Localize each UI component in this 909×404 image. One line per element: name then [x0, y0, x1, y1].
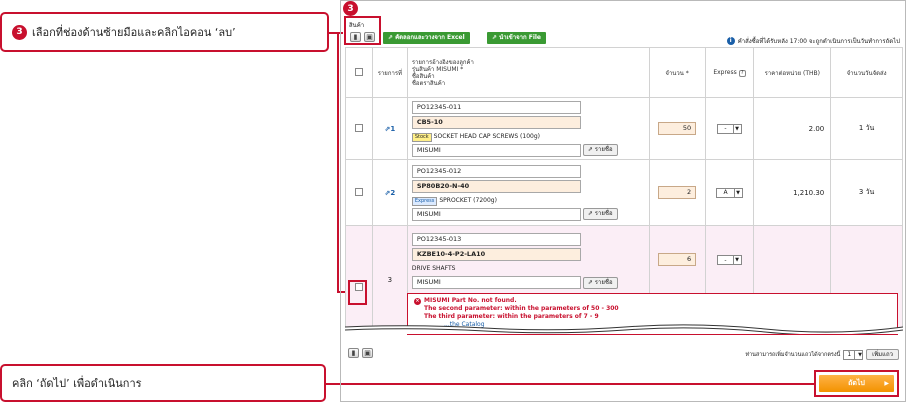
move-icon[interactable]: ▣: [362, 348, 373, 358]
unit-price: 1,210.30: [753, 159, 832, 226]
trash-icon[interactable]: ▮: [350, 32, 361, 42]
col-qty: จำนวน *: [648, 47, 706, 98]
error-icon: ×: [414, 298, 421, 305]
express-select[interactable]: A ▼: [716, 187, 743, 198]
brand-input[interactable]: MISUMI: [411, 276, 581, 289]
express-select[interactable]: - ▼: [717, 123, 742, 134]
error-line: The second parameter: within the paramet…: [424, 305, 619, 312]
col-item: รายการที่: [371, 47, 408, 98]
lead-time: 1 วัน: [830, 97, 903, 160]
next-button-highlight: ถัดไป ▶: [814, 370, 899, 397]
arrow-right-icon: ▶: [884, 380, 889, 387]
product-name: SOCKET HEAD CAP SCREWS (100g): [433, 132, 540, 140]
row-checkbox[interactable]: [354, 187, 363, 196]
col-part: รุ่นสินค้า MISUMI *: [411, 65, 464, 73]
col-lead: จำนวนวันจัดส่ง: [830, 47, 903, 98]
chevron-down-icon: ▼: [732, 256, 741, 264]
select-all-checkbox[interactable]: [354, 67, 363, 76]
detail-button[interactable]: ⇗ รายชื่อ: [582, 208, 618, 220]
instruction-callout-next: คลิก ‘ถัดไป’ เพื่อดำเนินการ: [0, 364, 326, 402]
row-checkbox[interactable]: [354, 123, 363, 132]
quantity-input[interactable]: 6: [658, 253, 697, 266]
col-name: ชื่อสินค้า: [411, 72, 435, 80]
col-ref: รายการอ้างอิงของลูกค้า: [411, 58, 474, 66]
customer-ref-input[interactable]: PO12345-012: [411, 164, 581, 178]
row-link[interactable]: ⇗2: [384, 189, 395, 197]
customer-ref-input[interactable]: PO12345-013: [411, 233, 581, 246]
add-rows-control: ท่านสามารถเพิ่มจำนวนแถวได้จากตรงนี้ 1 ▼ เ…: [745, 349, 899, 360]
detail-button[interactable]: ⇗ รายชื่อ: [582, 144, 618, 156]
cutoff-note: i คำสั่งซื้อที่ได้รับหลัง 17:00 จะถูกดำเ…: [726, 36, 900, 46]
brand-input[interactable]: MISUMI: [411, 143, 581, 157]
connector-line: [337, 32, 339, 293]
lead-time: 3 วัน: [830, 159, 903, 226]
trash-icon[interactable]: ▮: [348, 348, 359, 358]
row-checkbox-highlight: [348, 280, 367, 305]
unit-price: 2.00: [753, 97, 832, 160]
customer-ref-input[interactable]: PO12345-011: [411, 100, 581, 114]
instruction-callout-delete: 3 เลือกที่ช่องด้านซ้ายมือและคลิกไอคอน ‘ล…: [0, 12, 329, 52]
add-rows-label: ท่านสามารถเพิ่มจำนวนแถวได้จากตรงนี้: [745, 351, 841, 358]
rows-select[interactable]: 1 ▼: [843, 349, 864, 360]
move-icon[interactable]: ▣: [364, 32, 375, 42]
chevron-down-icon: ▼: [732, 124, 741, 133]
chevron-down-icon: ▼: [854, 350, 862, 359]
table-header: รายการที่ รายการอ้างอิงของลูกค้า รุ่นสิน…: [345, 47, 903, 98]
product-label: สินค้า: [349, 22, 365, 29]
part-number-input[interactable]: KZBE10-4-P2-LA10: [411, 248, 581, 261]
product-name: SPROCKET (7200g): [439, 196, 497, 204]
part-number-input[interactable]: SP80B20-N-40: [411, 179, 581, 193]
table-row: ⇗1 PO12345-011 CB5-10 Stock SOCKET HEAD C…: [345, 97, 903, 160]
info-icon: i: [726, 37, 735, 45]
product-name: DRIVE SHAFTS: [411, 265, 456, 272]
instruction-text: คลิก ‘ถัดไป’ เพื่อดำเนินการ: [12, 377, 142, 390]
col-brand: ชื่อตราสินค้า: [411, 79, 446, 87]
copy-excel-button[interactable]: ⇗ คัดลอกและวางจาก Excel: [383, 32, 470, 44]
part-number-input[interactable]: CB5-10: [411, 115, 581, 129]
express-badge: Express: [411, 196, 438, 206]
torn-edge: [345, 324, 903, 334]
step-badge: 3: [343, 1, 358, 16]
quantity-input[interactable]: 50: [658, 122, 697, 135]
brand-input[interactable]: MISUMI: [411, 207, 581, 221]
error-line: The third parameter: within the paramete…: [424, 313, 599, 320]
col-unit-price: ราคาต่อหน่วย (THB): [753, 47, 832, 98]
detail-button[interactable]: ⇗ รายชื่อ: [582, 276, 618, 289]
chevron-down-icon: ▼: [733, 188, 742, 197]
row-link[interactable]: ⇗1: [384, 125, 395, 133]
import-file-button[interactable]: ⇗ นำเข้าจาก File: [487, 32, 547, 44]
order-table: รายการที่ รายการอ้างอิงของลูกค้า รุ่นสิน…: [345, 47, 903, 334]
instruction-text: เลือกที่ช่องด้านซ้ายมือและคลิกไอคอน ‘ลบ’: [32, 26, 236, 39]
delete-toolbar-highlight: สินค้า ▮ ▣: [344, 16, 381, 45]
col-express: Express: [713, 68, 737, 76]
next-button[interactable]: ถัดไป ▶: [819, 375, 894, 392]
quantity-input[interactable]: 2: [658, 186, 697, 199]
table-row: ⇗2 PO12345-012 SP80B20-N-40 Express SPROC…: [345, 159, 903, 226]
express-select[interactable]: - ▼: [717, 255, 742, 265]
row-number: 3: [371, 225, 408, 334]
add-rows-button[interactable]: เพิ่มแถว: [866, 349, 899, 360]
help-icon[interactable]: ?: [738, 69, 746, 77]
step-badge: 3: [12, 24, 27, 40]
stock-badge: Stock: [411, 132, 432, 142]
